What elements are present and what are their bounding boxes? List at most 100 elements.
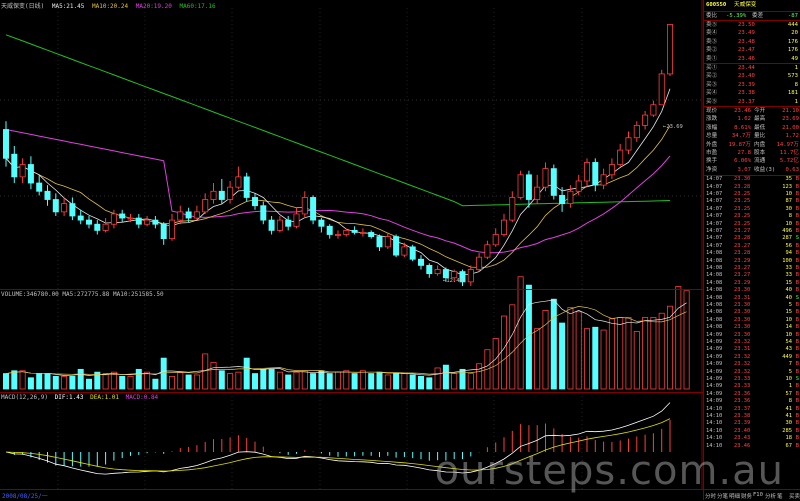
quote-separator [704,175,800,176]
stat-label: 量比 [754,133,766,140]
candle-body [160,223,167,240]
stat-label: 净资 [706,166,718,173]
tick-time: 14:08 [706,265,723,271]
tick-volume: 57 [785,390,793,397]
stat-value: 11.7亿 [779,150,799,156]
candle-body [235,176,242,188]
tick-side: B [795,220,799,227]
tick-price: 23.38 [734,413,751,419]
volume-bar [260,368,267,390]
sell-order-row: 卖⑤ 23.50 444 [704,21,800,29]
tick-volume: 1 [788,383,792,390]
candle-body [44,190,51,200]
tick-side: B [795,316,799,323]
tick-time: 14:09 [706,361,723,368]
stat-label: 涨幅 [706,124,718,131]
tick-volume: 123 [782,183,792,190]
candle-body [467,269,474,283]
candle-body [102,223,109,231]
tick-row: 14:09 23.30 10 B [704,332,800,339]
candle-body [210,190,217,200]
kline-chart-panel[interactable]: 天威保变(日线) MA5:21.45 MA10:20.24 MA20:19.20… [0,0,703,500]
volume-bar [351,373,358,390]
tick-time: 14:08 [706,294,723,301]
volume-bar [3,373,9,390]
tick-time: 14:09 [706,346,723,353]
tick-time: 14:07 [706,220,723,227]
stat-value: 34.7万 [731,133,751,140]
tick-row: 14:08 23.27 33 B [704,272,800,279]
tick-side: B [795,353,799,360]
stat-label: 最高 [754,116,766,123]
tick-volume: 5 [788,302,792,308]
candle-body [202,199,209,213]
volume-bar [276,371,283,390]
tick-volume: 10 [785,220,793,227]
volume-bar [251,373,258,390]
tick-side: B [795,250,799,257]
volume-divider [0,289,703,290]
stat-label: 最低 [754,124,766,131]
tick-volume: 15 [785,279,793,286]
tick-side: B [795,324,799,331]
stock-name: 天威保变 [734,2,757,8]
stat-label: 股本 [754,150,766,156]
buy-order-row: 买① 23.44 1 [704,64,800,72]
tick-price: 23.29 [734,257,751,264]
tick-volume: 30 [785,205,793,212]
tick-side: B [795,398,799,405]
stat-value: 19.87万 [728,141,751,148]
stat-value: 8.61% [734,124,751,131]
tick-row: 14:08 23.28 94 B [704,250,800,257]
order-price: 23.46 [738,55,755,62]
volume-bar [19,370,26,390]
tick-time: 14:07 [706,176,723,183]
order-price: 23.47 [738,47,755,54]
tick-time: 14:07 [706,242,723,249]
tick-time: 14:09 [706,331,723,338]
quote-tab[interactable]: 买卖 [789,492,800,500]
stat-row: 现价 23.46 今开 21.10 [704,107,800,115]
candle-body [584,162,591,182]
volume-bar [52,375,59,390]
tick-volume: 10 [785,191,793,197]
stat-label: 涨跌 [706,116,718,123]
tick-row: 14:07 23.25 30 B [704,206,800,213]
tick-time: 14:08 [706,309,723,316]
order-price: 23.48 [738,38,755,45]
candlestick-chart[interactable] [0,0,703,489]
macd-dif-label: DIF:1.43 [54,394,84,401]
tick-side: B [795,435,799,442]
tick-row: 14:08 23.30 40 B [704,287,800,294]
tick-volume: 449 [782,353,792,360]
tick-price: 23.25 [734,220,751,227]
tick-side: B [795,427,799,434]
tick-price: 23.39 [734,420,751,427]
tick-price: 23.30 [734,324,751,331]
weibi-row: 委比 -5.39% 委差 -87 [704,11,800,20]
tick-row: 14:08 23.29 100 B [704,258,800,265]
tick-row: 14:09 23.36 8 B [704,398,800,405]
tick-price: 23.27 [734,272,751,279]
tick-volume: 33 [785,265,793,271]
volume-bar [675,286,682,390]
tick-side: S [795,376,799,382]
candle-body [617,149,624,165]
volume-bar [268,368,275,390]
stat-row: 外盘 19.87万 内盘 14.97万 [704,141,800,149]
volume-bar [368,373,375,390]
volume-bar [617,317,624,390]
volume-bar [650,317,657,390]
tick-row: 14:07 23.27 56 B [704,243,800,250]
volume-bar [442,364,449,390]
candle-body [351,229,358,233]
stat-label: 总量 [706,133,718,140]
tick-row: 14:07 23.25 10 B [704,221,800,228]
tick-price: 23.30 [734,309,751,316]
volume-bar [359,370,366,390]
stat-value: 6.06% [734,158,751,165]
order-price: 23.38 [738,90,755,97]
stat-label: 内盘 [754,141,766,148]
volume-bar [426,377,433,390]
stat-label: 收益(3) [754,166,776,173]
